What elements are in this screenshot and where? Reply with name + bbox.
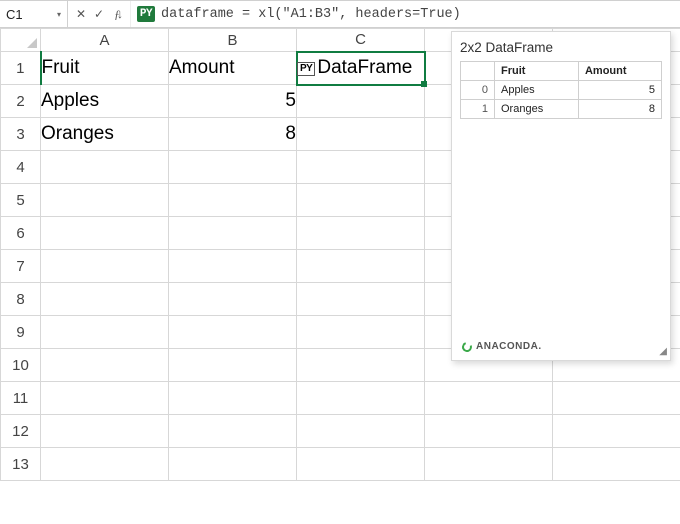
cancel-icon[interactable]: ✕ xyxy=(74,7,88,22)
row-header-10[interactable]: 10 xyxy=(1,349,41,382)
cell-A12[interactable] xyxy=(41,415,169,448)
name-box[interactable]: C1 ▾ xyxy=(0,1,68,27)
preview-row: 0 Apples 5 xyxy=(461,81,662,100)
resize-handle-icon[interactable]: ◢ xyxy=(659,346,667,357)
cell-C10[interactable] xyxy=(297,349,425,382)
row-header-11[interactable]: 11 xyxy=(1,382,41,415)
row-header-6[interactable]: 6 xyxy=(1,217,41,250)
cell-B5[interactable] xyxy=(169,184,297,217)
enter-icon[interactable]: ✓ xyxy=(92,7,106,22)
cell-B4[interactable] xyxy=(169,151,297,184)
row-header-2[interactable]: 2 xyxy=(1,85,41,118)
cell-A9[interactable] xyxy=(41,316,169,349)
cell-B7[interactable] xyxy=(169,250,297,283)
cell-E12[interactable] xyxy=(553,415,680,448)
fx-icon[interactable]: ƒ↓ xyxy=(110,7,124,22)
cell-A11[interactable] xyxy=(41,382,169,415)
preview-cell-amount: 5 xyxy=(578,81,661,100)
preview-cell-amount: 8 xyxy=(578,100,661,119)
cell-A10[interactable] xyxy=(41,349,169,382)
cell-A7[interactable] xyxy=(41,250,169,283)
formula-bar-buttons: ✕ ✓ ƒ↓ xyxy=(68,1,131,27)
chevron-down-icon[interactable]: ▾ xyxy=(57,10,61,19)
cell-A6[interactable] xyxy=(41,217,169,250)
cell-A4[interactable] xyxy=(41,151,169,184)
cell-A8[interactable] xyxy=(41,283,169,316)
preview-row: 1 Oranges 8 xyxy=(461,100,662,119)
cell-D13[interactable] xyxy=(425,448,553,481)
anaconda-label: ANACONDA. xyxy=(476,341,542,352)
cell-B2[interactable]: 5 xyxy=(169,85,297,118)
cell-C7[interactable] xyxy=(297,250,425,283)
cell-A5[interactable] xyxy=(41,184,169,217)
cell-C6[interactable] xyxy=(297,217,425,250)
preview-title: 2x2 DataFrame xyxy=(460,40,662,55)
preview-table: Fruit Amount 0 Apples 5 1 Oranges 8 xyxy=(460,61,662,119)
preview-hdr-amount: Amount xyxy=(578,62,661,81)
cell-E11[interactable] xyxy=(553,382,680,415)
anaconda-brand: ANACONDA. xyxy=(462,341,542,352)
cell-C11[interactable] xyxy=(297,382,425,415)
cell-A1[interactable]: Fruit xyxy=(41,52,169,85)
row-header-1[interactable]: 1 xyxy=(1,52,41,85)
cell-C13[interactable] xyxy=(297,448,425,481)
cell-A3[interactable]: Oranges xyxy=(41,118,169,151)
formula-input[interactable]: PY dataframe = xl("A1:B3", headers=True) xyxy=(131,1,680,27)
cell-D12[interactable] xyxy=(425,415,553,448)
cell-B9[interactable] xyxy=(169,316,297,349)
cell-A13[interactable] xyxy=(41,448,169,481)
preview-hdr-fruit: Fruit xyxy=(495,62,579,81)
preview-idx: 0 xyxy=(461,81,495,100)
anaconda-logo-icon xyxy=(460,340,473,353)
row-header-13[interactable]: 13 xyxy=(1,448,41,481)
cell-E13[interactable] xyxy=(553,448,680,481)
cell-C1-value: DataFrame xyxy=(317,57,412,78)
row-header-3[interactable]: 3 xyxy=(1,118,41,151)
cell-B6[interactable] xyxy=(169,217,297,250)
row-header-8[interactable]: 8 xyxy=(1,283,41,316)
select-all-corner[interactable] xyxy=(1,29,41,52)
col-header-A[interactable]: A xyxy=(41,29,169,52)
cell-C5[interactable] xyxy=(297,184,425,217)
cell-B11[interactable] xyxy=(169,382,297,415)
preview-cell-fruit: Apples xyxy=(495,81,579,100)
cell-C12[interactable] xyxy=(297,415,425,448)
row-header-5[interactable]: 5 xyxy=(1,184,41,217)
formula-bar: C1 ▾ ✕ ✓ ƒ↓ PY dataframe = xl("A1:B3", h… xyxy=(0,0,680,28)
cell-B10[interactable] xyxy=(169,349,297,382)
cell-C4[interactable] xyxy=(297,151,425,184)
row-header-7[interactable]: 7 xyxy=(1,250,41,283)
cell-B12[interactable] xyxy=(169,415,297,448)
cell-B3[interactable]: 8 xyxy=(169,118,297,151)
cell-B13[interactable] xyxy=(169,448,297,481)
cell-D11[interactable] xyxy=(425,382,553,415)
cell-B8[interactable] xyxy=(169,283,297,316)
row-header-4[interactable]: 4 xyxy=(1,151,41,184)
row-header-9[interactable]: 9 xyxy=(1,316,41,349)
cell-reference: C1 xyxy=(6,7,23,22)
col-header-C[interactable]: C xyxy=(297,29,425,52)
cell-C1[interactable]: PYDataFrame xyxy=(297,52,425,85)
preview-idx: 1 xyxy=(461,100,495,119)
cell-C8[interactable] xyxy=(297,283,425,316)
preview-cell-fruit: Oranges xyxy=(495,100,579,119)
cell-C2[interactable] xyxy=(297,85,425,118)
row-header-12[interactable]: 12 xyxy=(1,415,41,448)
dataframe-preview-card: 2x2 DataFrame Fruit Amount 0 Apples 5 1 … xyxy=(451,31,671,361)
python-cell-icon: PY xyxy=(297,62,315,76)
cell-A2[interactable]: Apples xyxy=(41,85,169,118)
cell-B1[interactable]: Amount xyxy=(169,52,297,85)
python-badge-icon: PY xyxy=(137,6,155,22)
preview-hdr-index xyxy=(461,62,495,81)
worksheet[interactable]: A B C D E 1 Fruit Amount PYDataFrame 2 A… xyxy=(0,28,680,524)
col-header-B[interactable]: B xyxy=(169,29,297,52)
cell-C9[interactable] xyxy=(297,316,425,349)
cell-C3[interactable] xyxy=(297,118,425,151)
formula-text: dataframe = xl("A1:B3", headers=True) xyxy=(161,7,461,22)
